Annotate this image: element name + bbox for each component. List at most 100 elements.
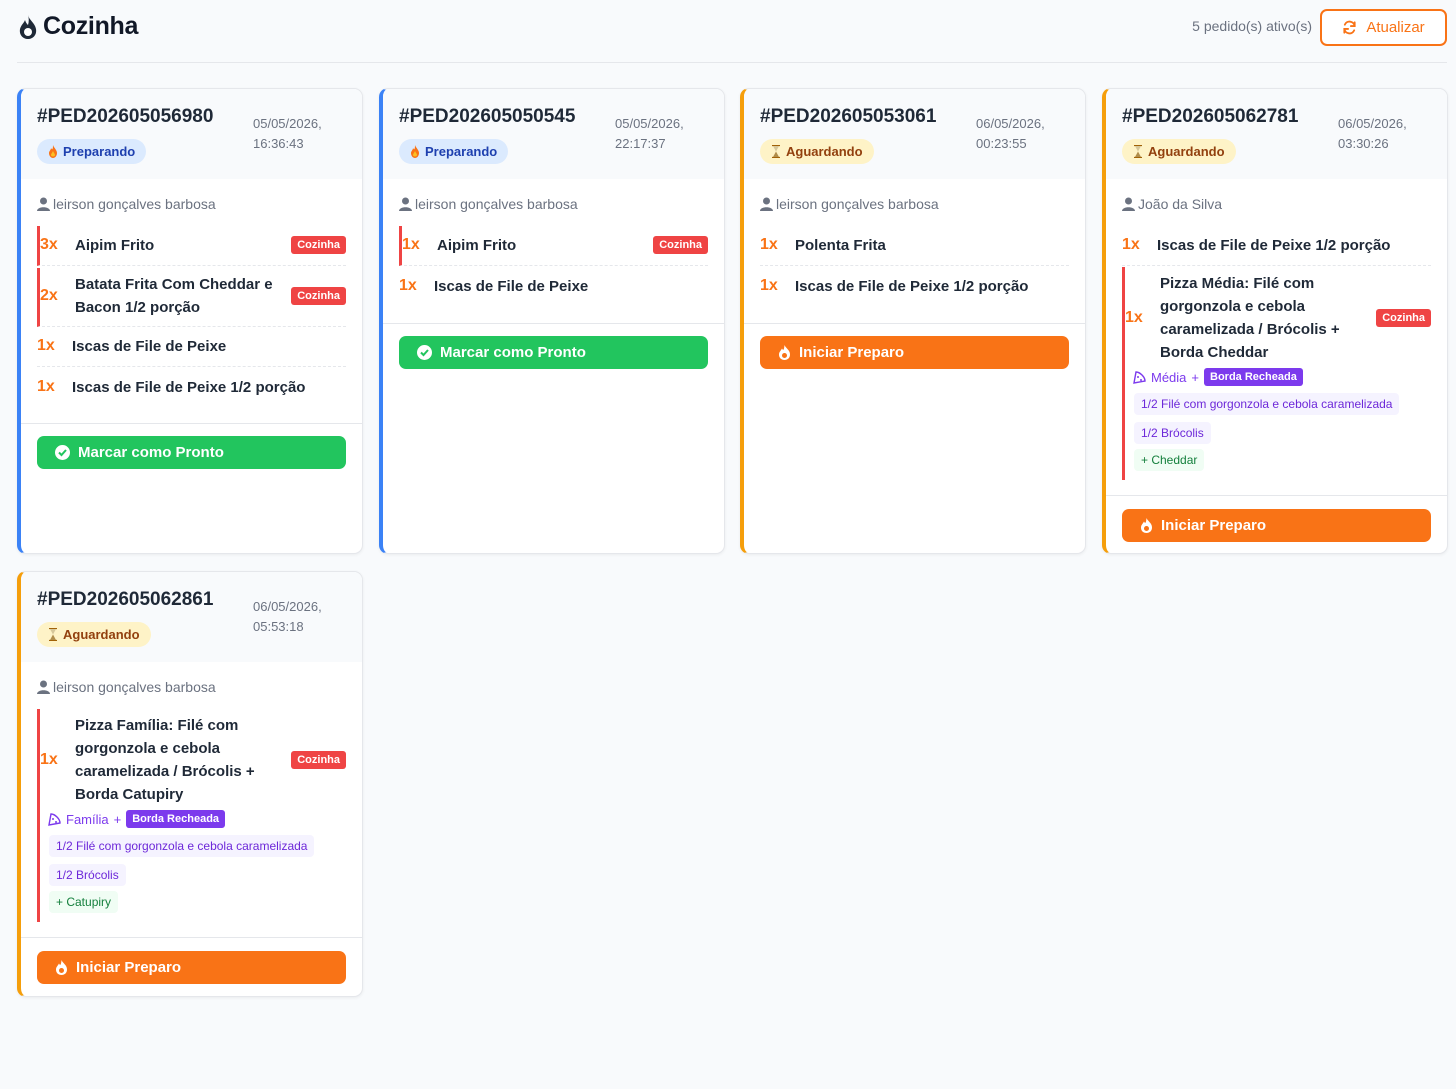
item-quantity: 1x: [760, 277, 778, 294]
fire-icon: [48, 145, 58, 158]
divider: [744, 323, 1085, 324]
page-title: Cozinha: [43, 12, 139, 40]
order-item: 1x Pizza Média: Filé com gorgonzola e ce…: [1122, 267, 1431, 480]
order-header: #PED202605053061 06/05/2026, 00:23:55 Agu…: [744, 89, 1085, 179]
mark-ready-button[interactable]: Marcar como Pronto: [399, 336, 708, 369]
item-name: Batata Frita Com Cheddar e Bacon 1/2 por…: [75, 276, 273, 316]
check-circle-icon: [55, 445, 70, 460]
order-item: 1x Polenta Frita: [760, 226, 1069, 266]
status-badge: Aguardando: [37, 622, 151, 647]
hourglass-icon: [1133, 145, 1143, 158]
crust-badge: Borda Recheada: [126, 810, 226, 828]
order-item: 1x Pizza Família: Filé com gorgonzola e …: [37, 709, 346, 922]
fire-icon: [17, 14, 39, 40]
order-item: 1x Iscas de File de Peixe 1/2 porção: [760, 267, 1069, 307]
pizza-size: Média + Borda Recheada: [1133, 368, 1303, 386]
fire-icon: [410, 145, 420, 158]
refresh-icon: [1342, 20, 1357, 35]
user-icon: [399, 197, 412, 211]
mark-ready-button[interactable]: Marcar como Pronto: [37, 436, 346, 469]
status-badge: Preparando: [37, 139, 147, 164]
pizza-flavor: 1/2 Filé com gorgonzola e cebola caramel…: [1134, 393, 1400, 415]
divider: [383, 323, 724, 324]
order-timestamp: 06/05/2026, 05:53:18: [253, 599, 322, 634]
item-name: Aipim Frito: [75, 237, 155, 254]
order-header: #PED202605062781 06/05/2026, 03:30:26 Agu…: [1106, 89, 1447, 179]
hourglass-icon: [771, 145, 781, 158]
pizza-flavor: 1/2 Brócolis: [1134, 422, 1211, 444]
order-item: 2x Batata Frita Com Cheddar e Bacon 1/2 …: [37, 268, 346, 327]
order-card: #PED202605050545 05/05/2026, 22:17:37 Pre…: [379, 88, 725, 554]
order-card: #PED202605053061 06/05/2026, 00:23:55 Agu…: [740, 88, 1086, 554]
item-quantity: 1x: [760, 236, 778, 253]
order-id: #PED202605062861: [37, 589, 214, 610]
kitchen-badge: Cozinha: [1376, 309, 1431, 327]
item-quantity: 1x: [37, 337, 55, 354]
order-header: #PED202605062861 06/05/2026, 05:53:18 Agu…: [21, 572, 362, 662]
customer-name: leirson gonçalves barbosa: [760, 196, 939, 212]
order-item: 1x Iscas de File de Peixe 1/2 porção: [1122, 226, 1431, 266]
refresh-label: Atualizar: [1366, 19, 1425, 36]
page-header: Cozinha 5 pedido(s) ativo(s) Atualizar: [17, 0, 1447, 63]
pizza-icon: [1133, 370, 1146, 384]
hourglass-icon: [48, 628, 58, 641]
divider: [21, 937, 362, 938]
order-card: #PED202605056980 05/05/2026, 16:36:43 Pre…: [17, 88, 363, 554]
pizza-icon: [48, 812, 61, 826]
kitchen-badge: Cozinha: [291, 287, 346, 305]
order-header: #PED202605056980 05/05/2026, 16:36:43 Pre…: [21, 89, 362, 179]
check-circle-icon: [417, 345, 432, 360]
order-item: 1x Iscas de File de Peixe 1/2 porção: [37, 368, 346, 408]
item-name: Iscas de File de Peixe: [434, 278, 589, 295]
pizza-size: Família + Borda Recheada: [48, 810, 226, 828]
crust-badge: Borda Recheada: [1204, 368, 1303, 386]
order-id: #PED202605053061: [760, 106, 937, 127]
brand: Cozinha: [17, 12, 138, 41]
start-preparation-button[interactable]: Iniciar Preparo: [1122, 509, 1431, 542]
order-id: #PED202605056980: [37, 106, 214, 127]
fire-icon: [1140, 518, 1153, 533]
customer-name: leirson gonçalves barbosa: [399, 196, 578, 212]
order-timestamp: 06/05/2026, 03:30:26: [1338, 116, 1407, 151]
order-item: 1x Iscas de File de Peixe: [399, 267, 708, 307]
item-quantity: 1x: [399, 277, 417, 294]
active-orders-count: 5 pedido(s) ativo(s): [1192, 18, 1312, 34]
user-icon: [37, 680, 50, 694]
pizza-extra: + Cheddar: [1134, 449, 1205, 471]
item-quantity: 1x: [1125, 309, 1143, 326]
start-preparation-button[interactable]: Iniciar Preparo: [760, 336, 1069, 369]
item-name: Aipim Frito: [437, 237, 517, 254]
kitchen-badge: Cozinha: [291, 751, 346, 769]
order-card: #PED202605062781 06/05/2026, 03:30:26 Agu…: [1102, 88, 1448, 554]
status-badge: Aguardando: [1122, 139, 1236, 164]
order-card: #PED202605062861 06/05/2026, 05:53:18 Agu…: [17, 571, 363, 997]
order-timestamp: 06/05/2026, 00:23:55: [976, 116, 1045, 151]
item-name: Iscas de File de Peixe 1/2 porção: [1157, 237, 1391, 254]
order-item: 3x Aipim Frito Cozinha: [37, 226, 346, 266]
customer-name: João da Silva: [1122, 196, 1222, 212]
fire-icon: [55, 960, 68, 975]
order-header: #PED202605050545 05/05/2026, 22:17:37 Pre…: [383, 89, 724, 179]
order-timestamp: 05/05/2026, 16:36:43: [253, 116, 322, 151]
item-name: Pizza Média: Filé com gorgonzola e cebol…: [1160, 275, 1340, 361]
item-quantity: 1x: [37, 378, 55, 395]
pizza-flavor: 1/2 Filé com gorgonzola e cebola caramel…: [49, 835, 315, 857]
refresh-button[interactable]: Atualizar: [1320, 9, 1447, 46]
order-item: 1x Iscas de File de Peixe: [37, 327, 346, 367]
divider: [1106, 495, 1447, 496]
item-quantity: 1x: [1122, 236, 1140, 253]
item-name: Pizza Família: Filé com gorgonzola e ceb…: [75, 717, 255, 803]
item-quantity: 1x: [40, 751, 58, 768]
status-badge: Preparando: [399, 139, 509, 164]
fire-icon: [778, 345, 791, 360]
order-id: #PED202605062781: [1122, 106, 1299, 127]
order-item: 1x Aipim Frito Cozinha: [399, 226, 708, 266]
item-quantity: 2x: [40, 287, 58, 304]
user-icon: [37, 197, 50, 211]
item-name: Iscas de File de Peixe 1/2 porção: [795, 278, 1029, 295]
order-timestamp: 05/05/2026, 22:17:37: [615, 116, 684, 151]
user-icon: [1122, 197, 1135, 211]
order-id: #PED202605050545: [399, 106, 576, 127]
divider: [21, 423, 362, 424]
start-preparation-button[interactable]: Iniciar Preparo: [37, 951, 346, 984]
